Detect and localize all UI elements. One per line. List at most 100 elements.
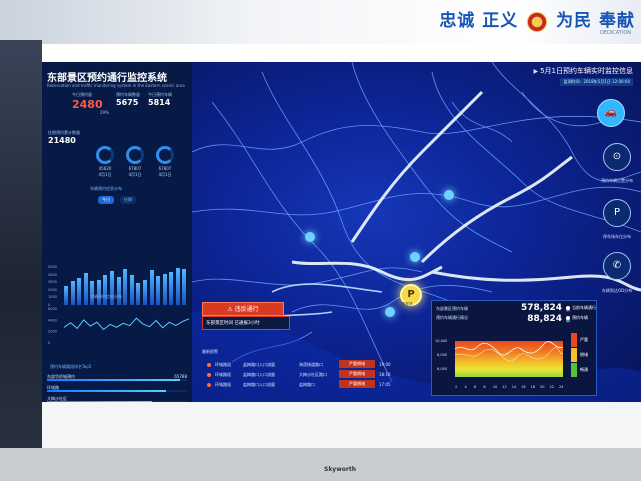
stat-vehicles: 预约车辆数量 5675 [116,92,140,107]
bar-mark [169,271,174,305]
line-series [63,317,190,331]
x-tick: 14 [511,385,517,389]
alarm-cell: 大梅沙社区路口 [299,372,327,377]
line-y-tick: 6000 [48,307,57,311]
bar-mark [182,269,187,305]
alarm-cell: 盐梅路口入口流量 [243,382,275,387]
ranking-fill [47,379,180,381]
side-item-label: 预约车辆位置分布 [601,178,633,183]
line-y-tick: 0 [48,341,50,345]
bar-mark [129,274,134,305]
map-node[interactable] [410,252,420,262]
panel-title-1: 东部景区预约车辆 [436,306,468,311]
ring-label: 4月1日 [158,172,172,177]
stat-reserved: 今日预约车辆 5814 [148,92,172,107]
status-badge: 严重拥堵 [339,360,375,368]
ranking-title: 预约车辆路段排名Top5 [50,364,92,369]
x-tick: 20 [540,385,545,389]
alarm-cell: 盐梅路口入口流量 [243,372,275,377]
x-tick: 24 [559,385,564,389]
stat-today-pct: 29% [100,110,109,115]
x-tick: 18 [530,385,536,389]
bar-mark [162,273,167,305]
ranking-track [47,379,187,381]
line-section-title: 车辆预约信息分布 [90,294,122,299]
police-slogan: 忠诚 正义 为民 奉献 [439,11,635,32]
bar-y-tick: 1000 [48,295,57,300]
bar-mark [149,270,154,305]
bar-y-tick: 3000 [48,280,57,285]
status-badge: 严重拥堵 [339,370,375,378]
ranking-row[interactable]: 环城路 [47,385,187,395]
warning-popup-title[interactable]: ⚠ 违反通行 [202,302,284,316]
slogan-sub: DEDICATION [599,30,631,36]
ranking-row[interactable]: 东部华侨城预约 65788 [47,374,187,384]
legend-current: 当前车辆通行 [572,305,596,310]
alarm-time: 18:18 [379,372,391,377]
x-tick: 2 [455,385,458,389]
phone-icon[interactable]: ✆ [603,252,631,280]
display-screen: P 停车场 东部景区预约通行监控系统 Reservation and traff… [42,44,641,448]
level-severe [571,333,577,347]
tab-history[interactable]: 往期 [120,196,136,204]
legend-dot [566,306,570,310]
warning-popup-text: 东部景区时间 已通报3小时 [202,316,290,330]
bar-mark [175,267,180,305]
y-tick: 8,000 [437,353,448,357]
bar-y-tick: 2000 [48,287,57,292]
monitor-stand [0,448,641,481]
alarm-table-title: 最新报警 [202,349,218,354]
bar-chart [64,267,189,305]
panel-title-2: 预约车辆通行情况 [436,315,468,320]
stat-today: 今日预约量 2480 [72,92,103,111]
car-icon[interactable]: 🚗 [597,99,625,127]
level-smooth [571,363,577,377]
map-node[interactable] [305,232,315,242]
x-tick: 4 [464,385,467,389]
alarm-row[interactable]: 环城路段 盐梅路口入口流量 大梅沙社区路口 严重拥堵 18:18 [203,370,395,380]
ranking-fill [47,390,166,392]
ring-gauge [156,146,174,164]
ring-label: 4月1日 [98,172,112,177]
alarm-dot [207,373,211,377]
heat-area-lines [455,341,563,362]
tv-brand-logo: Skyworth [324,466,356,473]
status-badge: 严重拥堵 [339,380,375,388]
bar-section-title: 车辆预约信息分布 [90,186,122,191]
x-tick: 8 [483,385,486,389]
bar-y-tick: 5000 [48,265,57,269]
page-title: 东部景区预约通行监控系统 [47,73,167,84]
x-tick: 16 [521,385,526,389]
bar-mark [156,276,161,305]
map-node[interactable] [444,190,454,200]
x-tick: 6 [473,385,477,389]
traffic-panel: 东部景区预约车辆 预约车辆通行情况 578,824 辆 88,824 辆 当前车… [431,300,597,396]
alarm-dot [207,363,211,367]
alarm-row[interactable]: 环城路段 盐梅路口入口流量 海滨栈道路口 严重拥堵 19:00 [203,360,395,370]
ring-value: 45620 [98,166,112,171]
bar-mark [103,275,108,305]
alarm-time: 19:00 [379,362,391,367]
panel-reserved: 88,824 [527,314,562,324]
realtime-title: ▶ 5月1日预约车辆实时监控信息 [533,67,633,75]
level-label: 拥堵 [580,352,588,357]
legend-reserved: 预约车辆 [572,315,588,320]
bar-mark [83,273,88,305]
parking-icon[interactable]: P [603,199,631,227]
level-label: 畅通 [580,367,588,372]
steering-icon[interactable]: ⊙ [603,143,631,171]
ring-value: 67807 [128,166,142,171]
map-node[interactable] [385,307,395,317]
bar-mark [123,268,128,305]
ring-gauge [96,146,114,164]
parking-pin-caption: 停车场 [402,302,413,306]
alarm-row[interactable]: 环城路段 盐梅路口入口流量 盐梅路口 严重拥堵 17:05 [203,380,395,390]
tab-today[interactable]: 今日 [98,196,114,204]
police-emblem-icon [527,11,548,32]
alarm-cell: 环城路段 [215,372,231,377]
level-label: 严重 [580,337,588,342]
line-y-tick: 2000 [48,330,57,334]
monitor-time: 监测时间：2018年5月1日 12:00:00 [560,78,633,86]
x-tick: 12 [502,385,507,389]
y-tick: 6,000 [437,367,448,371]
